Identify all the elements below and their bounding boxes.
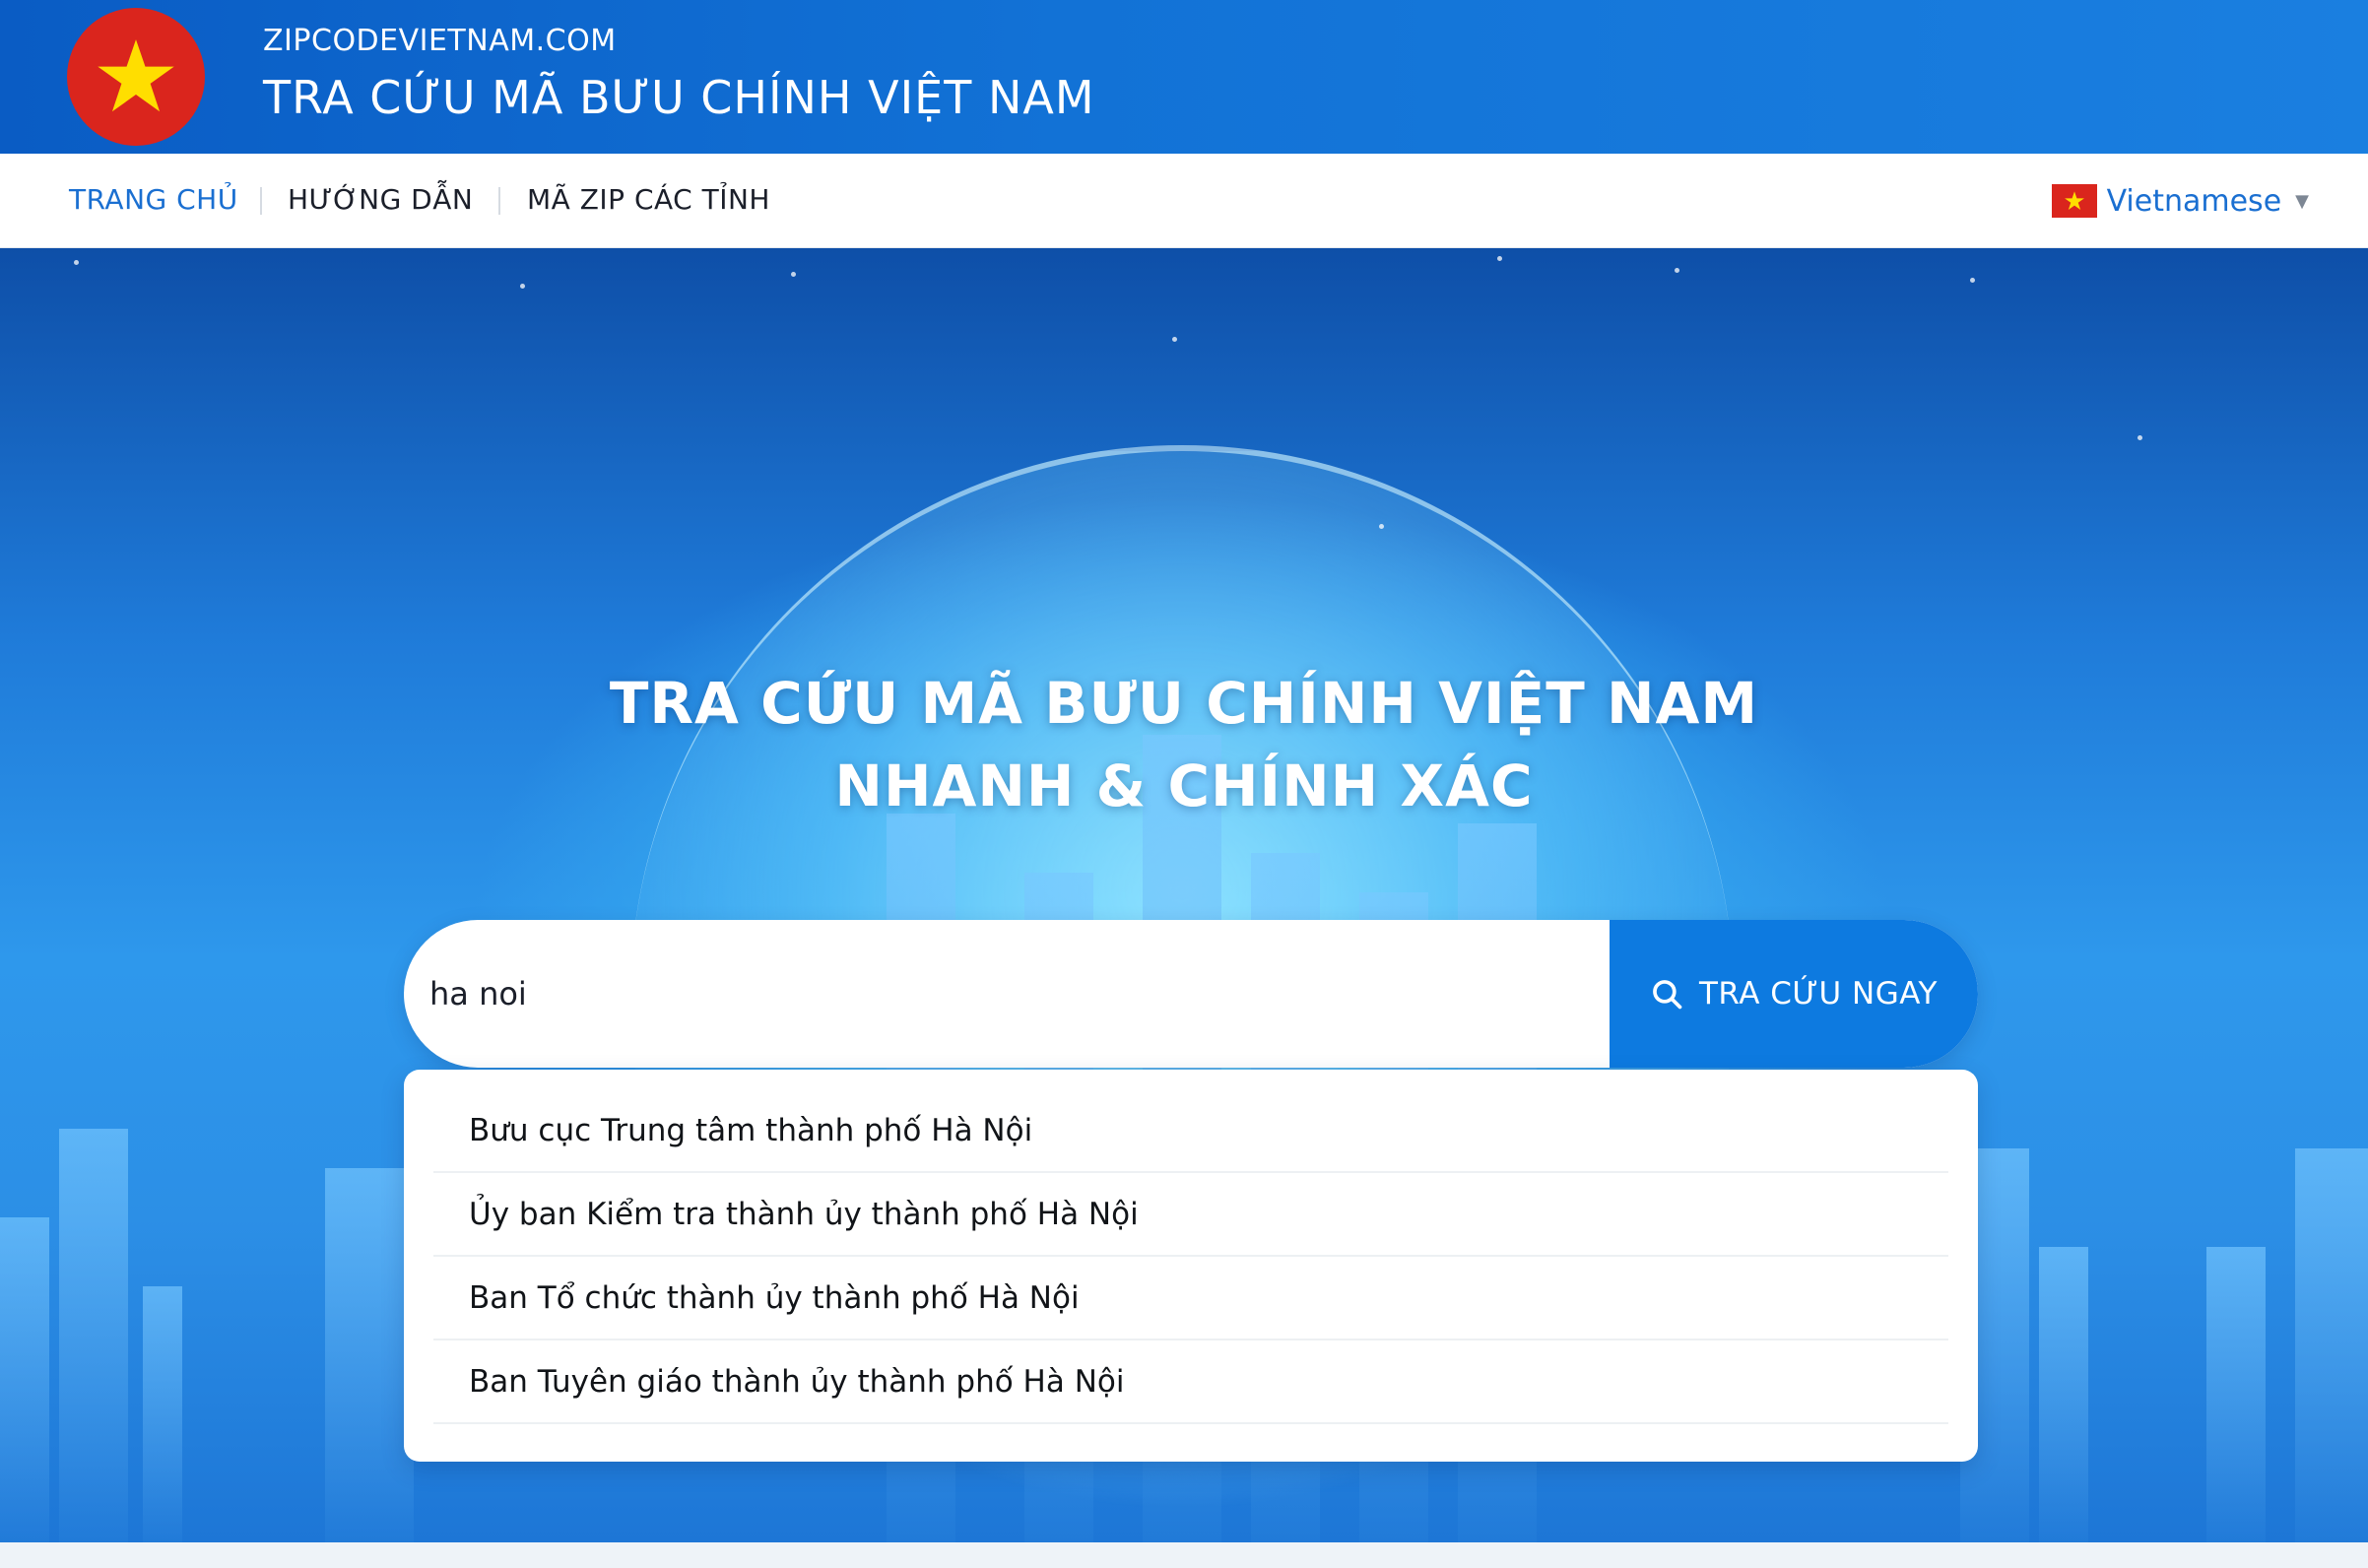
star-decoration xyxy=(1172,337,1177,342)
nav-item-guide[interactable]: HƯỚNG DẪN xyxy=(288,183,473,216)
star-decoration xyxy=(1497,256,1502,261)
brand-domain[interactable]: ZIPCODEVIETNAM.COM xyxy=(263,24,617,58)
star-decoration xyxy=(1675,268,1679,273)
search-icon xyxy=(1653,980,1682,1010)
nav-divider xyxy=(260,187,262,215)
hero-title-line2: NHANH & CHÍNH XÁC xyxy=(834,752,1534,819)
suggestion-item[interactable]: Ủy ban Kiểm tra thành ủy thành phố Hà Nộ… xyxy=(433,1173,1948,1257)
search-button[interactable]: TRA CỨU NGAY xyxy=(1610,920,1978,1068)
suggestion-item[interactable]: Bưu cục Trung tâm thành phố Hà Nội xyxy=(433,1089,1948,1173)
search-input[interactable] xyxy=(404,920,1610,1068)
main-nav: TRANG CHỦ HƯỚNG DẪN MÃ ZIP CÁC TỈNH Viet… xyxy=(0,154,2368,248)
chevron-down-icon: ▼ xyxy=(2295,190,2309,212)
suggestion-item[interactable]: Ban Tuyên giáo thành ủy thành phố Hà Nội xyxy=(433,1340,1948,1424)
vietnam-flag-star-icon xyxy=(98,39,174,112)
vietnam-flag-icon xyxy=(2051,184,2097,218)
language-label: Vietnamese xyxy=(2106,183,2282,219)
skyline-building xyxy=(2295,1148,2368,1542)
skyline-building xyxy=(59,1129,128,1542)
star-decoration xyxy=(791,272,796,277)
star-decoration xyxy=(2138,435,2142,440)
autocomplete-dropdown: Bưu cục Trung tâm thành phố Hà Nội Ủy ba… xyxy=(404,1070,1978,1462)
star-decoration xyxy=(74,260,79,265)
star-decoration xyxy=(520,284,525,289)
star-decoration xyxy=(1379,524,1384,529)
language-selector[interactable]: Vietnamese ▼ xyxy=(2051,179,2309,223)
hero-title-line1: TRA CỨU MÃ BƯU CHÍNH VIỆT NAM xyxy=(609,670,1759,737)
nav-divider xyxy=(498,187,500,215)
site-header: ZIPCODEVIETNAM.COM TRA CỨU MÃ BƯU CHÍNH … xyxy=(0,0,2368,154)
nav-item-home[interactable]: TRANG CHỦ xyxy=(69,183,238,216)
skyline-building xyxy=(2206,1247,2266,1542)
star-decoration xyxy=(1970,278,1975,283)
page-footer-strip xyxy=(0,1542,2368,1568)
skyline-building xyxy=(143,1286,182,1542)
skyline-building xyxy=(325,1168,414,1542)
search-button-label: TRA CỨU NGAY xyxy=(1698,976,1938,1012)
hero-title: TRA CỨU MÃ BƯU CHÍNH VIỆT NAM NHANH & CH… xyxy=(0,662,2368,827)
brand-title[interactable]: TRA CỨU MÃ BƯU CHÍNH VIỆT NAM xyxy=(263,71,1095,124)
skyline-building xyxy=(0,1217,49,1542)
skyline-building xyxy=(2039,1247,2088,1542)
logo[interactable] xyxy=(67,8,205,146)
search-bar: TRA CỨU NGAY xyxy=(404,920,1978,1068)
suggestion-item[interactable]: Ban Tổ chức thành ủy thành phố Hà Nội xyxy=(433,1257,1948,1340)
nav-item-province-zip[interactable]: MÃ ZIP CÁC TỈNH xyxy=(527,183,770,216)
